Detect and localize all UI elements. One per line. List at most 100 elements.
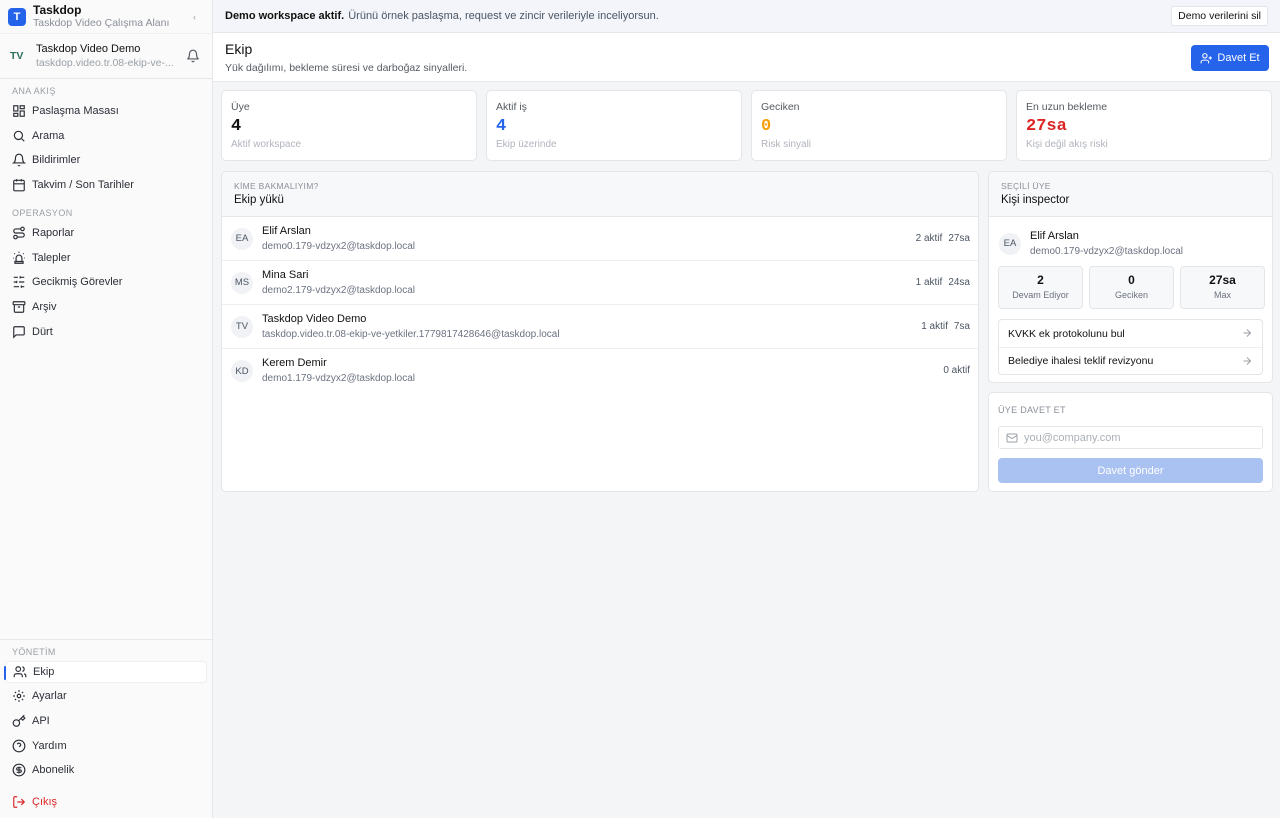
avatar: EA: [231, 227, 253, 250]
sidebar-item-label: Arama: [32, 130, 65, 142]
mini-stat-max: 27sa Max: [1180, 266, 1265, 309]
notifications-bell-icon[interactable]: [186, 49, 200, 63]
search-icon: [13, 130, 25, 142]
stat-label: En uzun bekleme: [1026, 101, 1108, 113]
panel-title: Kişi inspector: [1001, 194, 1070, 206]
brand-subtitle: Taskdop Video Çalışma Alanı: [33, 16, 170, 29]
sidebar-item-label: Arşiv: [32, 301, 57, 313]
sidebar-item-arama[interactable]: Arama: [5, 125, 207, 147]
inspector-person: EA Elif Arslan demo0.179-vdzyx2@taskdop.…: [989, 217, 1272, 259]
mini-stat-in-progress: 2 Devam Ediyor: [998, 266, 1083, 309]
member-row[interactable]: TV Taskdop Video Demo taskdop.video.tr.0…: [222, 305, 978, 349]
banner-strong: Demo workspace aktif.: [225, 10, 345, 22]
task-item[interactable]: KVKK ek protokolunu bul: [999, 320, 1262, 347]
person-inspector-panel: SEÇİLİ ÜYE Kişi inspector EA Elif Arslan…: [988, 171, 1273, 383]
task-label: KVKK ek protokolunu bul: [1008, 327, 1125, 340]
member-row[interactable]: KD Kerem Demir demo1.179-vdzyx2@taskdop.…: [222, 349, 978, 393]
member-wait: 7sa: [953, 321, 970, 332]
sidebar-item-label: Yardım: [32, 740, 67, 752]
invite-member-panel: ÜYE DAVET ET Davet gönder: [988, 392, 1273, 492]
invite-button-label: Davet Et: [1217, 52, 1260, 64]
delete-demo-data-button[interactable]: Demo verilerini sil: [1171, 6, 1268, 26]
member-wait: 24sa: [948, 277, 970, 288]
sidebar-item-label: Takvim / Son Tarihler: [32, 179, 134, 191]
brand-name: Taskdop: [33, 2, 82, 17]
mini-stat-value: 2: [1037, 273, 1044, 287]
arrow-right-icon: [1243, 357, 1252, 365]
mini-stat-label: Max: [1213, 290, 1231, 300]
demo-banner: Demo workspace aktif. Ürünü örnek paslaş…: [213, 0, 1280, 33]
avatar: TV: [231, 315, 253, 338]
sidebar-item-label: Talepler: [32, 252, 71, 264]
panel-title: Ekip yükü: [234, 194, 284, 206]
stat-sub: Kişi değil akış riski: [1026, 139, 1108, 150]
member-name: Elif Arslan: [1030, 229, 1079, 242]
stat-card-active-work: Aktif iş 4 Ekip üzerinde: [486, 90, 742, 161]
chevron-icon: ‹: [193, 12, 196, 22]
sidebar-item-label: API: [32, 715, 50, 727]
workspace-card[interactable]: TV Taskdop Video Demo taskdop.video.tr.0…: [0, 34, 212, 79]
send-invite-button[interactable]: Davet gönder: [998, 458, 1263, 483]
avatar: MS: [231, 271, 253, 294]
stat-value: 0: [761, 117, 772, 136]
sidebar-divider: [0, 639, 212, 640]
stat-sub: Aktif workspace: [231, 139, 302, 150]
member-email: taskdop.video.tr.08-ekip-ve-yetkiler.177…: [262, 328, 560, 340]
invite-button[interactable]: Davet Et: [1191, 45, 1269, 71]
sidebar-item-takvim[interactable]: Takvim / Son Tarihler: [5, 174, 207, 196]
bell-icon: [12, 153, 26, 167]
sidebar-item-label: Ayarlar: [32, 690, 67, 702]
sidebar-item-paslasma-masasi[interactable]: Paslaşma Masası: [5, 100, 207, 122]
panel-eyebrow: ÜYE DAVET ET: [998, 405, 1066, 415]
logout-icon: [13, 796, 26, 808]
sidebar-item-yardim[interactable]: Yardım: [5, 735, 207, 757]
task-item[interactable]: Belediye ihalesi teklif revizyonu: [999, 347, 1262, 374]
logout-button[interactable]: Çıkış: [5, 791, 207, 813]
sidebar-item-gecikmis-gorevler[interactable]: Gecikmiş Görevler: [5, 271, 207, 293]
member-active-count: 1 aktif: [921, 321, 948, 332]
sidebar-item-durt[interactable]: Dürt: [5, 321, 207, 343]
help-icon: [12, 739, 26, 753]
section-label-ops: OPERASYON: [12, 208, 73, 218]
mini-stat-value: 0: [1128, 273, 1135, 287]
stat-label: Üye: [231, 101, 250, 113]
member-name: Taskdop Video Demo: [262, 312, 367, 325]
invite-email-input[interactable]: [1024, 431, 1254, 444]
member-row[interactable]: EA Elif Arslan demo0.179-vdzyx2@taskdop.…: [222, 217, 978, 261]
brand-logo: T: [8, 7, 26, 26]
panel-eyebrow: SEÇİLİ ÜYE: [1001, 181, 1051, 191]
mail-icon: [1006, 433, 1018, 442]
workspace-switcher[interactable]: T Taskdop Taskdop Video Çalışma Alanı ‹: [0, 0, 212, 34]
stat-value: 27sa: [1026, 117, 1067, 136]
stat-card-members: Üye 4 Aktif workspace: [221, 90, 477, 161]
page-title: Ekip: [225, 41, 253, 57]
member-email: demo0.179-vdzyx2@taskdop.local: [262, 240, 416, 252]
sidebar-item-api[interactable]: API: [5, 710, 207, 732]
sidebar-item-raporlar[interactable]: Raporlar: [5, 222, 207, 244]
sidebar-item-ayarlar[interactable]: Ayarlar: [5, 685, 207, 707]
section-label-admin: YÖNETİM: [12, 647, 56, 657]
member-active-count: 0 aktif: [943, 365, 970, 376]
panel-eyebrow: KİME BAKMALIYIM?: [234, 181, 319, 191]
user-plus-icon: [1200, 52, 1213, 63]
grid-icon: [13, 105, 25, 117]
member-name: Elif Arslan: [262, 224, 311, 237]
member-row[interactable]: MS Mina Sari demo2.179-vdzyx2@taskdop.lo…: [222, 261, 978, 305]
member-wait: 27sa: [948, 233, 970, 244]
member-name: Kerem Demir: [262, 357, 327, 369]
invite-email-field[interactable]: [998, 426, 1263, 449]
workspace-subtitle: taskdop.video.tr.08-ekip-ve-...: [36, 57, 174, 69]
sidebar-item-arsiv[interactable]: Arşiv: [5, 296, 207, 318]
sidebar-item-ekip[interactable]: Ekip: [4, 661, 207, 683]
sidebar-item-talepler[interactable]: Talepler: [5, 247, 207, 269]
member-active-count: 2 aktif: [915, 233, 943, 244]
sidebar-item-label: Raporlar: [32, 227, 75, 239]
member-email: demo2.179-vdzyx2@taskdop.local: [262, 284, 416, 296]
sidebar-item-abonelik[interactable]: Abonelik: [5, 759, 207, 781]
stat-value: 4: [496, 117, 507, 136]
sidebar-item-label: Bildirimler: [32, 154, 81, 166]
sidebar-item-bildirimler[interactable]: Bildirimler: [5, 149, 207, 171]
stat-label: Aktif iş: [496, 101, 527, 113]
sidebar-item-label: Abonelik: [32, 764, 75, 776]
sidebar-item-label: Dürt: [32, 326, 53, 338]
